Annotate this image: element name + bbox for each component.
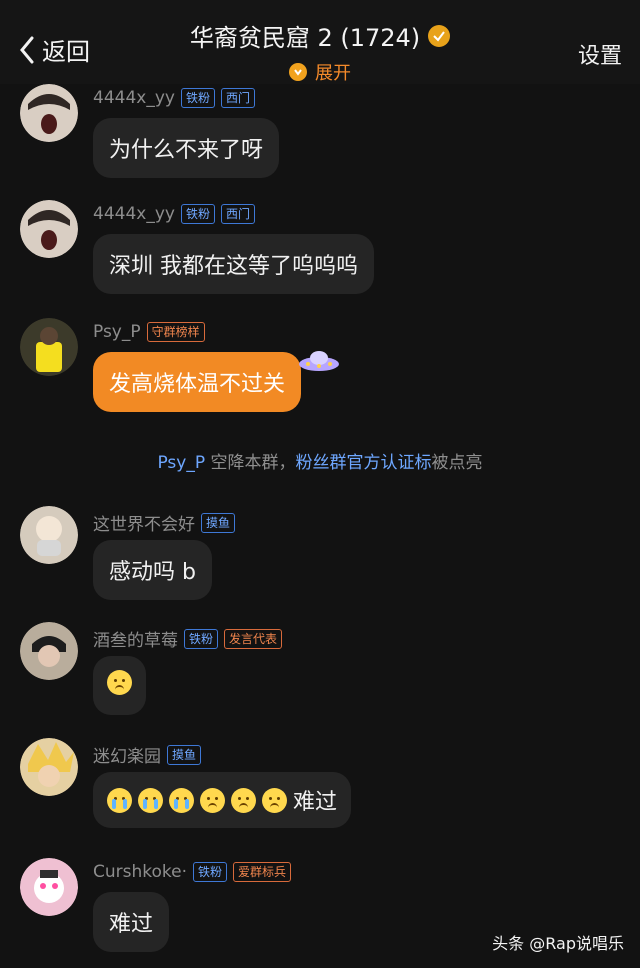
system-highlight[interactable]: 粉丝群官方认证标	[296, 453, 432, 473]
role-tag: 守群榜样	[146, 322, 205, 342]
sender-line: Psy_P 守群榜样	[93, 322, 205, 342]
speaker-tag: 发言代表	[224, 628, 283, 649]
avatar[interactable]	[20, 738, 78, 796]
sender-line: 4444x_yy 铁粉 西门	[93, 88, 255, 108]
avatar[interactable]	[20, 858, 78, 916]
message-bubble[interactable]: 感动吗 b	[93, 540, 212, 600]
sender-line: 这世界不会好 摸鱼	[93, 510, 236, 535]
settings-button[interactable]: 设置	[578, 38, 622, 70]
group-tag: 摸鱼	[201, 512, 236, 533]
system-text: 空降本群，	[205, 453, 296, 473]
fan-tag: 铁粉	[193, 862, 228, 882]
avatar[interactable]	[20, 84, 78, 142]
system-name[interactable]: Psy_P	[157, 453, 205, 473]
group-title-text: 华裔贫民窟 2 (1724)	[189, 24, 421, 52]
sad-face-icon	[231, 787, 256, 813]
watermark: 头条 @Rap说唱乐	[492, 934, 624, 953]
sender-name[interactable]: Curshkoke·	[93, 862, 187, 882]
group-tag: 摸鱼	[167, 744, 202, 765]
sad-face-icon	[262, 787, 287, 813]
sender-name[interactable]: 迷幻楽园	[93, 742, 161, 767]
expand-down-icon	[289, 63, 307, 81]
sender-name[interactable]: 4444x_yy	[93, 204, 175, 224]
avatar[interactable]	[20, 622, 78, 680]
avatar[interactable]	[20, 318, 78, 376]
emoji-row: 难过	[107, 784, 337, 816]
sad-face-icon	[200, 787, 225, 813]
group-title: 华裔贫民窟 2 (1724)	[189, 18, 451, 53]
message-bubble[interactable]: 难过	[93, 772, 352, 828]
sad-face-icon	[107, 670, 132, 695]
avatar[interactable]	[20, 200, 78, 258]
group-tag: 西门	[220, 204, 255, 224]
sender-name[interactable]: Psy_P	[93, 322, 141, 342]
message-bubble[interactable]: 发高烧体温不过关	[93, 352, 302, 412]
fan-tag: 铁粉	[180, 204, 215, 224]
ufo-icon	[296, 346, 342, 382]
message-bubble[interactable]: 难过	[93, 892, 170, 952]
expand-button[interactable]: 展开	[0, 59, 640, 85]
title-wrap: 华裔贫民窟 2 (1724) 展开	[0, 18, 640, 85]
role-tag: 爱群标兵	[233, 862, 292, 882]
sender-line: 4444x_yy 铁粉 西门	[93, 204, 255, 224]
sender-name[interactable]: 这世界不会好	[93, 510, 195, 535]
group-tag: 西门	[220, 88, 255, 108]
chat-header: 返回 华裔贫民窟 2 (1724) 展开 设置	[0, 0, 640, 84]
fan-tag: 铁粉	[180, 88, 215, 108]
sender-line: 迷幻楽园 摸鱼	[93, 742, 202, 767]
sender-line: Curshkoke· 铁粉 爱群标兵	[93, 862, 292, 882]
sender-line: 酒叁的草莓 铁粉 发言代表	[93, 626, 283, 651]
sender-name[interactable]: 酒叁的草莓	[93, 626, 178, 651]
message-bubble[interactable]	[93, 656, 146, 715]
crying-face-icon	[107, 787, 132, 813]
system-message: Psy_P 空降本群，粉丝群官方认证标被点亮	[0, 448, 640, 473]
sender-name[interactable]: 4444x_yy	[93, 88, 175, 108]
fan-tag: 铁粉	[184, 628, 219, 649]
message-text: 难过	[293, 790, 338, 815]
verified-badge-icon	[428, 24, 451, 47]
system-suffix: 被点亮	[431, 453, 483, 473]
crying-face-icon	[169, 787, 194, 813]
avatar[interactable]	[20, 506, 78, 564]
message-bubble[interactable]: 为什么不来了呀	[93, 118, 280, 178]
expand-label: 展开	[315, 63, 351, 84]
message-bubble[interactable]: 深圳 我都在这等了呜呜呜	[93, 234, 374, 294]
crying-face-icon	[138, 787, 163, 813]
